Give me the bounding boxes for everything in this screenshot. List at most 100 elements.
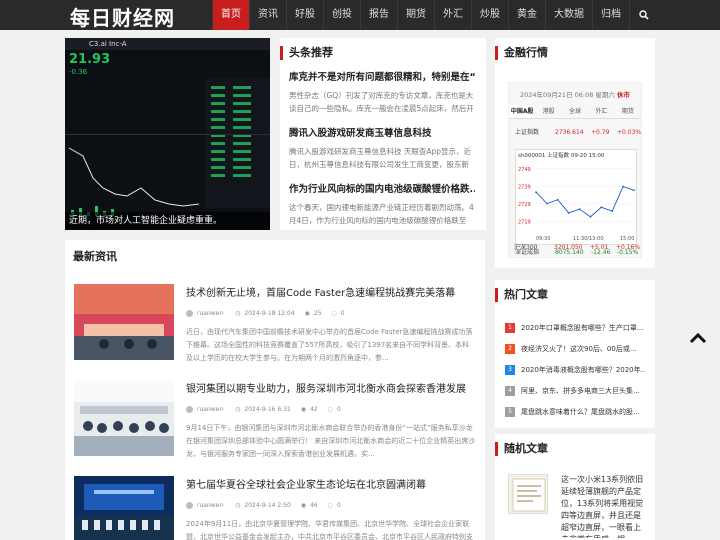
- index-value: 2736.614: [555, 129, 584, 136]
- author-avatar-icon: [186, 405, 193, 413]
- tab-forex[interactable]: 外汇: [588, 105, 614, 118]
- headline-item-desc: 这个春天，国内锂电新能源产业链正经历着剧烈动荡。4月4日，作为行业风向标的国内电…: [289, 203, 474, 225]
- index-value: 3201.050: [554, 244, 583, 251]
- hot-article-title[interactable]: 尾盘跳水意味着什么？尾盘跳水的股...: [521, 407, 640, 417]
- chevron-up-icon: [689, 332, 707, 344]
- chart-point: [545, 202, 548, 205]
- headline-item[interactable]: 作为行业风向标的国内电池级碳酸锂价格跌... 这个春天，国内锂电新能源产业链正经…: [289, 181, 475, 227]
- market-tabs: 中国A股 港股 全球 外汇 期货: [509, 105, 641, 119]
- nav-item-news[interactable]: 资讯: [249, 0, 286, 30]
- tab-futures[interactable]: 期货: [615, 105, 641, 118]
- chart-point: [535, 191, 537, 194]
- news-views: 25: [313, 309, 322, 317]
- headline-item[interactable]: 腾讯入股游戏研发商玉尊信息科技 腾讯入股游戏研发商玉尊信息科技 天眼查App显示…: [289, 125, 475, 171]
- chart-point: [556, 198, 559, 201]
- news-comments: 0: [340, 309, 345, 317]
- hot-article-item[interactable]: 1 2020年口罩概念股有哪些？生产口罩...: [505, 322, 645, 334]
- index-line-chart: 274927392729271909:30 11:30/13:00 15:00: [518, 167, 635, 242]
- chart-point: [567, 212, 570, 214]
- chart-y-tick: 2739: [518, 184, 531, 190]
- news-date: 2024-9-18 12:04: [244, 309, 295, 317]
- hot-article-item[interactable]: 5 尾盘跳水意味着什么？尾盘跳水的股...: [505, 406, 645, 418]
- headline-item-title[interactable]: 库克并不是对所有问题都很精和，特别是在“...: [289, 69, 475, 83]
- clock-icon: ◷: [235, 501, 241, 509]
- author-avatar-icon: [186, 501, 193, 509]
- nav-item-home[interactable]: 首页: [212, 0, 249, 30]
- index-row-shanghai[interactable]: 上证指数 2736.614 +0.79 +0.03%: [509, 127, 641, 139]
- hot-rank-badge: 5: [505, 407, 515, 417]
- comment-icon: ◌: [327, 405, 333, 413]
- hot-rank-badge: 4: [505, 386, 515, 396]
- news-title[interactable]: 第七届华夏谷全球社会企业家生态论坛在北京圆满闭幕: [186, 476, 476, 491]
- chart-point: [578, 208, 581, 211]
- search-button[interactable]: [629, 0, 657, 30]
- news-comments: 0: [336, 501, 341, 509]
- news-author[interactable]: ruanwen: [197, 310, 223, 317]
- nav-item-good-stocks[interactable]: 好股: [286, 0, 323, 30]
- hot-article-item[interactable]: 2 夜经济又火了！这次90后、00后或...: [505, 343, 645, 355]
- meeting-room-image: [74, 380, 174, 456]
- nav-item-trading[interactable]: 炒股: [471, 0, 508, 30]
- latest-news-section: 最新资讯 技术创新无止境，首届Code Faster急速编程挑战赛完美落幕 ru…: [65, 240, 485, 540]
- random-article-text[interactable]: 这一次小米13系列依旧延续轻薄旗舰的产品定位，13系列将采用视觉四等边直屏，并且…: [561, 474, 647, 538]
- news-thumbnail[interactable]: [74, 284, 174, 360]
- clock-icon: ◷: [235, 309, 241, 317]
- chart-series-line: [535, 185, 635, 218]
- nav-item-archive[interactable]: 归档: [592, 0, 629, 30]
- index-row-csi300[interactable]: 沪深300 3201.050 +5.01 +0.16%: [508, 242, 642, 254]
- news-body: 银河集团以期专业助力，服务深圳市河北衡水商会探索香港发展 ruanwen ◷ 2…: [186, 380, 476, 461]
- news-title[interactable]: 技术创新无止境，首届Code Faster急速编程挑战赛完美落幕: [186, 284, 476, 299]
- news-author[interactable]: ruanwen: [197, 502, 223, 509]
- headline-item-title[interactable]: 腾讯入股游戏研发商玉尊信息科技: [289, 125, 475, 139]
- news-date: 2024-9-14 2:50: [244, 501, 291, 509]
- eye-icon: ◉: [300, 501, 307, 509]
- nav-item-forex[interactable]: 外汇: [434, 0, 471, 30]
- news-desc: 9月14日下午，由银河集团与深圳市河北衡水商会联合举办的香港身份“一站式”服务私…: [186, 424, 476, 458]
- tab-global[interactable]: 全球: [562, 105, 588, 118]
- hot-article-title[interactable]: 夜经济又火了！这次90后、00后或...: [521, 344, 637, 354]
- index-name: 上证指数: [515, 129, 540, 136]
- news-meta: ruanwen ◷ 2024-9-14 2:50 ◉ 46 ◌ 0: [186, 500, 476, 510]
- hot-rank-badge: 1: [505, 323, 515, 333]
- news-thumbnail[interactable]: [74, 380, 174, 456]
- news-meta: ruanwen ◷ 2024-9-16 6:31 ◉ 42 ◌ 0: [186, 404, 476, 414]
- nav-item-futures[interactable]: 期货: [397, 0, 434, 30]
- news-body: 第七届华夏谷全球社会企业家生态论坛在北京圆满闭幕 ruanwen ◷ 2024-…: [186, 476, 476, 540]
- hot-articles-section: 热门文章 1 2020年口罩概念股有哪些？生产口罩... 2 夜经济又火了！这次…: [495, 280, 655, 428]
- hot-article-title[interactable]: 阿里、京东、拼多多电商三大巨头集...: [521, 386, 640, 396]
- hero-caption: 近期，市场对人工智能企业疑虑重重。: [65, 212, 270, 230]
- hot-article-item[interactable]: 3 2020年消毒液概念股有哪些？2020年...: [505, 364, 645, 376]
- finance-section-title: 金融行情: [495, 46, 548, 60]
- hot-article-title[interactable]: 2020年消毒液概念股有哪些？2020年...: [521, 365, 645, 375]
- random-article-thumbnail[interactable]: [508, 474, 548, 514]
- search-icon: [639, 10, 649, 20]
- hot-article-title[interactable]: 2020年口罩概念股有哪些？生产口罩...: [521, 323, 644, 333]
- tab-hk-stocks[interactable]: 港股: [535, 105, 561, 118]
- headline-item-desc: 腾讯入股游戏研发商玉尊信息科技 天眼查App显示，近日，杭州玉尊信息科技有限公司…: [289, 147, 472, 169]
- nav-item-venture[interactable]: 创投: [323, 0, 360, 30]
- news-title[interactable]: 银河集团以期专业助力，服务深圳市河北衡水商会探索香港发展: [186, 380, 476, 395]
- random-articles-title: 随机文章: [495, 442, 548, 456]
- headline-item-title[interactable]: 作为行业风向标的国内电池级碳酸锂价格跌...: [289, 181, 475, 195]
- eye-icon: ◉: [300, 405, 307, 413]
- index-percent: +0.16%: [616, 244, 641, 251]
- nav-item-big-data[interactable]: 大数据: [545, 0, 592, 30]
- news-author[interactable]: ruanwen: [197, 406, 223, 413]
- chart-y-tick: 2729: [518, 202, 531, 208]
- nav-item-reports[interactable]: 报告: [360, 0, 397, 30]
- headline-item[interactable]: 库克并不是对所有问题都很精和，特别是在“... 男性杂志（GQ）刊发了对库克的专…: [289, 69, 475, 115]
- latest-news-title: 最新资讯: [73, 250, 117, 263]
- tab-a-shares[interactable]: 中国A股: [509, 105, 536, 118]
- hot-rank-badge: 3: [505, 365, 515, 375]
- index-change: +5.01: [590, 244, 609, 251]
- news-thumbnail[interactable]: [74, 476, 174, 540]
- main-nav: 首页 资讯 好股 创投 报告 期货 外汇 炒股 黄金 大数据 归档: [212, 0, 657, 30]
- site-logo[interactable]: 每日财经网: [70, 2, 175, 31]
- comment-icon: ◌: [327, 501, 333, 509]
- index-chart[interactable]: sh000001 上证指数 09-20 15:00 2749 2739 2729 27…: [515, 149, 637, 245]
- chart-y-tick: 2749: [518, 167, 531, 173]
- back-to-top-button[interactable]: [688, 330, 708, 346]
- hot-article-item[interactable]: 4 阿里、京东、拼多多电商三大巨头集...: [505, 385, 645, 397]
- hero-slide[interactable]: C3.ai Inc-A 21.93 -0.36 近期，市场对人工智能企业疑虑重重…: [65, 38, 270, 230]
- nav-item-gold[interactable]: 黄金: [508, 0, 545, 30]
